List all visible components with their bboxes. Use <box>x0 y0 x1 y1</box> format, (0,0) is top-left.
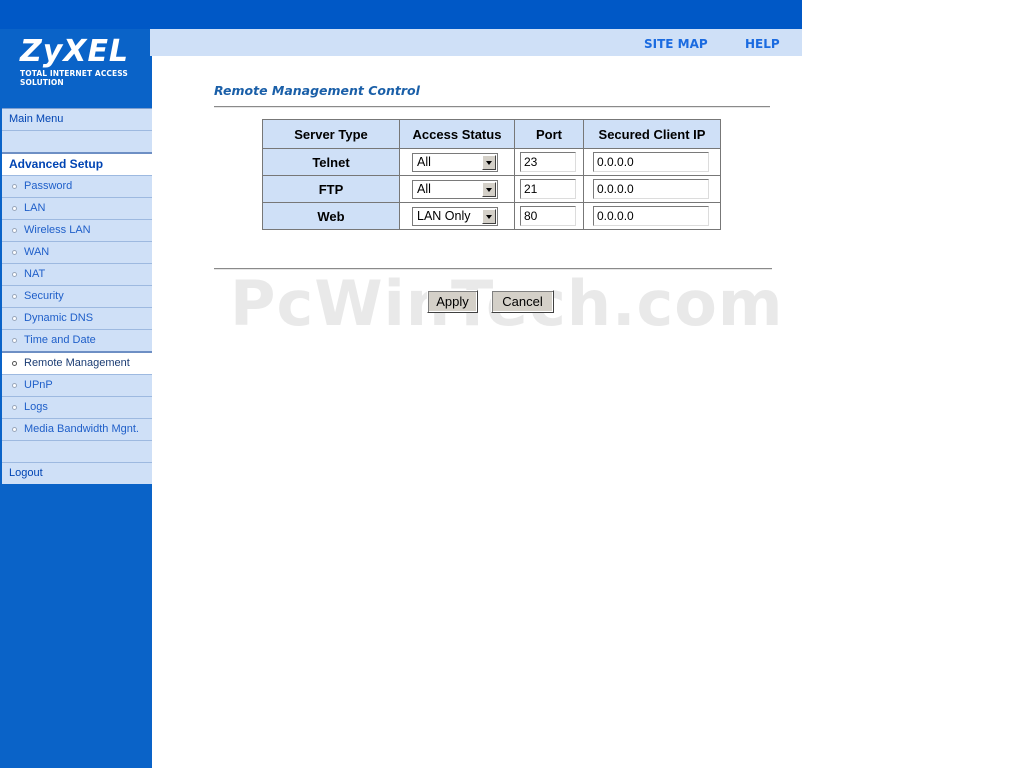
sidebar-item-logout[interactable]: Logout <box>2 462 152 484</box>
bullet-icon <box>12 294 17 299</box>
access-status-select-web[interactable]: LAN Only <box>412 206 498 226</box>
bullet-icon <box>12 427 17 432</box>
sidebar-item-wireless-lan[interactable]: Wireless LAN <box>2 219 152 241</box>
client-ip-input-telnet[interactable] <box>593 152 709 172</box>
apply-button[interactable]: Apply <box>427 290 478 313</box>
help-link[interactable]: HELP <box>745 37 780 51</box>
page-title: Remote Management Control <box>214 83 420 98</box>
sidebar-item-upnp[interactable]: UPnP <box>2 374 152 396</box>
table-row: Telnet All <box>262 148 721 176</box>
dropdown-arrow-icon[interactable] <box>482 181 496 197</box>
port-input-ftp[interactable] <box>520 179 576 199</box>
bullet-icon <box>12 184 17 189</box>
server-type-web: Web <box>262 202 400 230</box>
sidebar-item-time-and-date[interactable]: Time and Date <box>2 329 152 351</box>
top-bar <box>0 0 802 29</box>
brand-logo: ZyXEL TOTAL INTERNET ACCESS SOLUTION <box>0 29 150 87</box>
title-divider <box>214 106 770 108</box>
sidebar-menu: Main Menu Advanced Setup Password LAN Wi… <box>2 108 152 484</box>
bullet-icon <box>12 338 17 343</box>
bullet-icon <box>12 316 17 321</box>
table-divider <box>214 268 772 270</box>
bullet-icon <box>12 383 17 388</box>
cancel-button[interactable]: Cancel <box>491 290 554 313</box>
sidebar-item-logs[interactable]: Logs <box>2 396 152 418</box>
sidebar-item-remote-management[interactable]: Remote Management <box>2 351 152 374</box>
server-type-ftp: FTP <box>262 175 400 203</box>
client-ip-input-web[interactable] <box>593 206 709 226</box>
column-header-port: Port <box>514 119 584 149</box>
sidebar-item-media-bandwidth[interactable]: Media Bandwidth Mgnt. <box>2 418 152 440</box>
sidebar-item-password[interactable]: Password <box>2 175 152 197</box>
sidebar-spacer <box>2 440 152 462</box>
dropdown-arrow-icon[interactable] <box>482 208 496 224</box>
access-status-select-ftp[interactable]: All <box>412 179 498 199</box>
column-header-secured-client-ip: Secured Client IP <box>583 119 721 149</box>
bullet-icon <box>12 250 17 255</box>
port-input-web[interactable] <box>520 206 576 226</box>
client-ip-input-ftp[interactable] <box>593 179 709 199</box>
logo-text: ZyXEL <box>20 34 130 69</box>
sidebar-section-advanced-setup: Advanced Setup <box>2 152 152 175</box>
server-type-telnet: Telnet <box>262 148 400 176</box>
logo-tagline: TOTAL INTERNET ACCESS SOLUTION <box>20 69 128 87</box>
bullet-icon <box>12 405 17 410</box>
bullet-icon <box>12 272 17 277</box>
sidebar-item-dynamic-dns[interactable]: Dynamic DNS <box>2 307 152 329</box>
port-input-telnet[interactable] <box>520 152 576 172</box>
site-map-link[interactable]: SITE MAP <box>644 37 708 51</box>
table-header-row: Server Type Access Status Port Secured C… <box>262 119 721 149</box>
sidebar-item-nat[interactable]: NAT <box>2 263 152 285</box>
sidebar-item-security[interactable]: Security <box>2 285 152 307</box>
table-row: Web LAN Only <box>262 202 721 230</box>
access-status-select-telnet[interactable]: All <box>412 152 498 172</box>
column-header-server-type: Server Type <box>262 119 400 149</box>
sidebar-item-main-menu[interactable]: Main Menu <box>2 108 152 130</box>
table-row: FTP All <box>262 175 721 203</box>
bullet-icon <box>12 361 17 366</box>
bullet-icon <box>12 228 17 233</box>
sidebar-item-wan[interactable]: WAN <box>2 241 152 263</box>
sidebar-spacer <box>2 130 152 152</box>
sidebar-item-lan[interactable]: LAN <box>2 197 152 219</box>
remote-management-table: Server Type Access Status Port Secured C… <box>262 119 721 230</box>
dropdown-arrow-icon[interactable] <box>482 154 496 170</box>
column-header-access-status: Access Status <box>399 119 515 149</box>
header-curve <box>152 56 192 96</box>
bullet-icon <box>12 206 17 211</box>
